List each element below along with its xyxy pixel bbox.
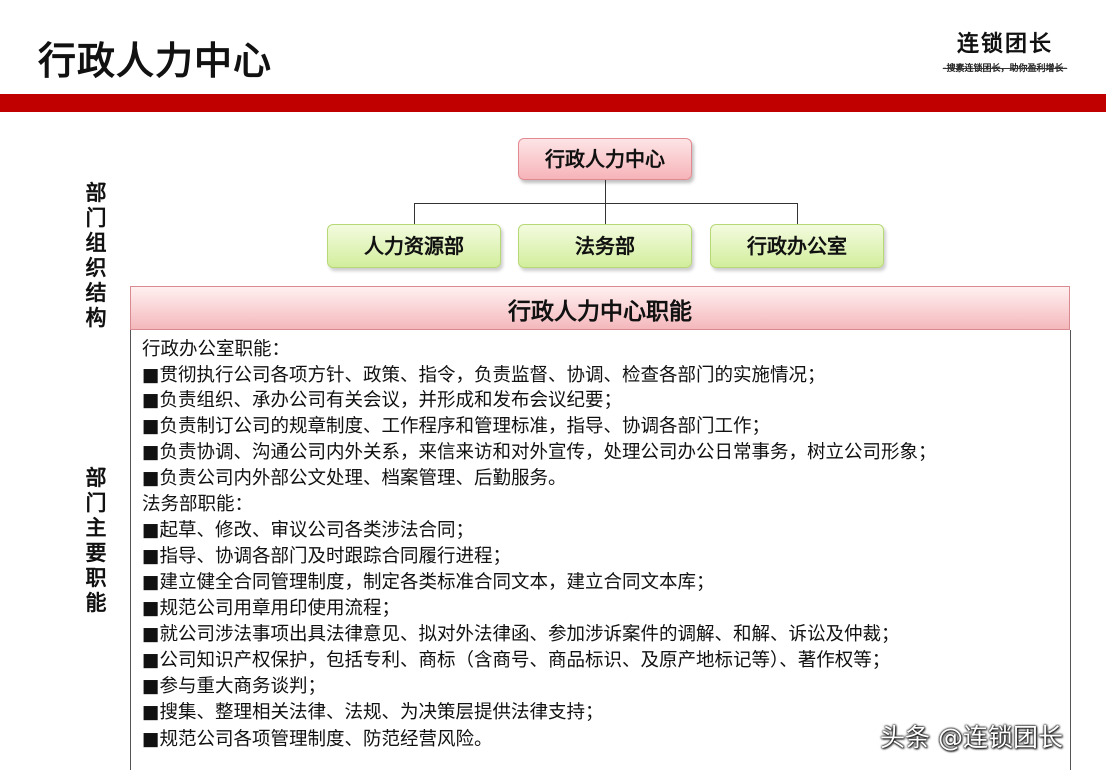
function-line: ■负责制订公司的规章制度、工作程序和管理标准，指导、协调各部门工作；	[142, 416, 770, 437]
function-line: ■指导、协调各部门及时跟踪合同履行进程；	[142, 546, 511, 567]
side-label-char: 构	[85, 306, 107, 330]
function-line: ■搜集、整理相关法律、法规、为决策层提供法律支持；	[142, 702, 604, 723]
watermark: 头条 @连锁团长	[880, 723, 1063, 752]
header-divider-bar	[0, 94, 1106, 112]
brand-slogan: -搜素连锁团长，助你盈利增长-	[942, 64, 1068, 74]
org-connector	[605, 180, 606, 204]
side-label-char: 主	[85, 516, 107, 540]
brand-name: 连锁团长	[956, 31, 1053, 57]
function-line: ■规范公司用章用印使用流程；	[142, 598, 400, 619]
side-label-char: 要	[85, 541, 107, 565]
org-node-legal: 法务部	[518, 224, 692, 268]
function-line: ■公司知识产权保护，包括专利、商标（含商号、商品标识、及原产地标记等）、著作权等…	[142, 650, 891, 671]
side-label-char: 门	[85, 491, 107, 515]
functions-title: 行政人力中心职能	[130, 286, 1070, 330]
side-label-org-structure: 部 门 组 织 结 构	[82, 181, 110, 331]
function-line: 行政办公室职能：	[142, 339, 291, 360]
org-node-hr: 人力资源部	[327, 224, 501, 268]
side-label-char: 部	[85, 181, 107, 205]
page-title: 行政人力中心	[38, 39, 273, 83]
side-label-char: 职	[85, 566, 107, 590]
function-line: ■起草、修改、审议公司各类涉法合同；	[142, 520, 474, 541]
function-line: ■负责公司内外部公文处理、档案管理、后勤服务。	[142, 468, 567, 489]
brand-logo: 连锁团长 -搜素连锁团长，助你盈利增长-	[930, 26, 1080, 74]
function-line: ■负责组织、承办公司有关会议，并形成和发布会议纪要；	[142, 390, 622, 411]
org-node-admin-office: 行政办公室	[710, 224, 884, 268]
function-line: 法务部职能：	[142, 494, 254, 515]
side-label-char: 部	[85, 466, 107, 490]
side-label-char: 门	[85, 206, 107, 230]
side-label-main-duties: 部 门 主 要 职 能	[82, 466, 110, 616]
side-label-char: 结	[85, 281, 107, 305]
function-line: ■建立健全合同管理制度，制定各类标准合同文本，建立合同文本库；	[142, 572, 715, 593]
org-connector	[797, 203, 798, 224]
side-label-char: 织	[85, 256, 107, 280]
org-connector	[414, 203, 415, 224]
side-label-char: 能	[85, 591, 107, 615]
org-connector	[414, 203, 798, 204]
function-line: ■参与重大商务谈判；	[142, 676, 326, 697]
function-line: ■贯彻执行公司各项方针、政策、指令，负责监督、协调、检查各部门的实施情况；	[142, 365, 826, 386]
side-label-char: 组	[85, 231, 107, 255]
org-connector	[605, 203, 606, 224]
function-line: ■规范公司各项管理制度、防范经营风险。	[142, 729, 493, 750]
function-line: ■就公司涉法事项出具法律意见、拟对外法律函、参加涉诉案件的调解、和解、诉讼及仲裁…	[142, 624, 900, 645]
function-line: ■负责协调、沟通公司内外关系，来信来访和对外宣传，处理公司办公日常事务，树立公司…	[142, 442, 937, 463]
org-root-node: 行政人力中心	[518, 138, 692, 180]
